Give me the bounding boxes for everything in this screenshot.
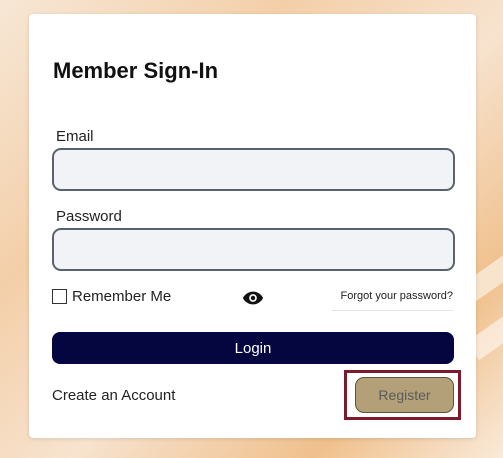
- remember-me-toggle[interactable]: Remember Me: [52, 288, 171, 305]
- password-field[interactable]: [52, 228, 455, 271]
- forgot-password-link[interactable]: Forgot your password?: [332, 290, 453, 311]
- login-button[interactable]: Login: [52, 332, 454, 364]
- password-label: Password: [56, 208, 122, 225]
- remember-me-label: Remember Me: [72, 288, 172, 305]
- email-field[interactable]: [52, 148, 455, 191]
- create-account-link[interactable]: Create an Account: [52, 387, 175, 404]
- email-label: Email: [56, 128, 94, 145]
- remember-me-checkbox[interactable]: [52, 289, 67, 304]
- sign-in-card: Member Sign-In Email Password Remember M…: [29, 14, 476, 438]
- page-title: Member Sign-In: [53, 58, 219, 83]
- eye-icon[interactable]: [242, 290, 264, 306]
- register-button[interactable]: Register: [355, 377, 454, 413]
